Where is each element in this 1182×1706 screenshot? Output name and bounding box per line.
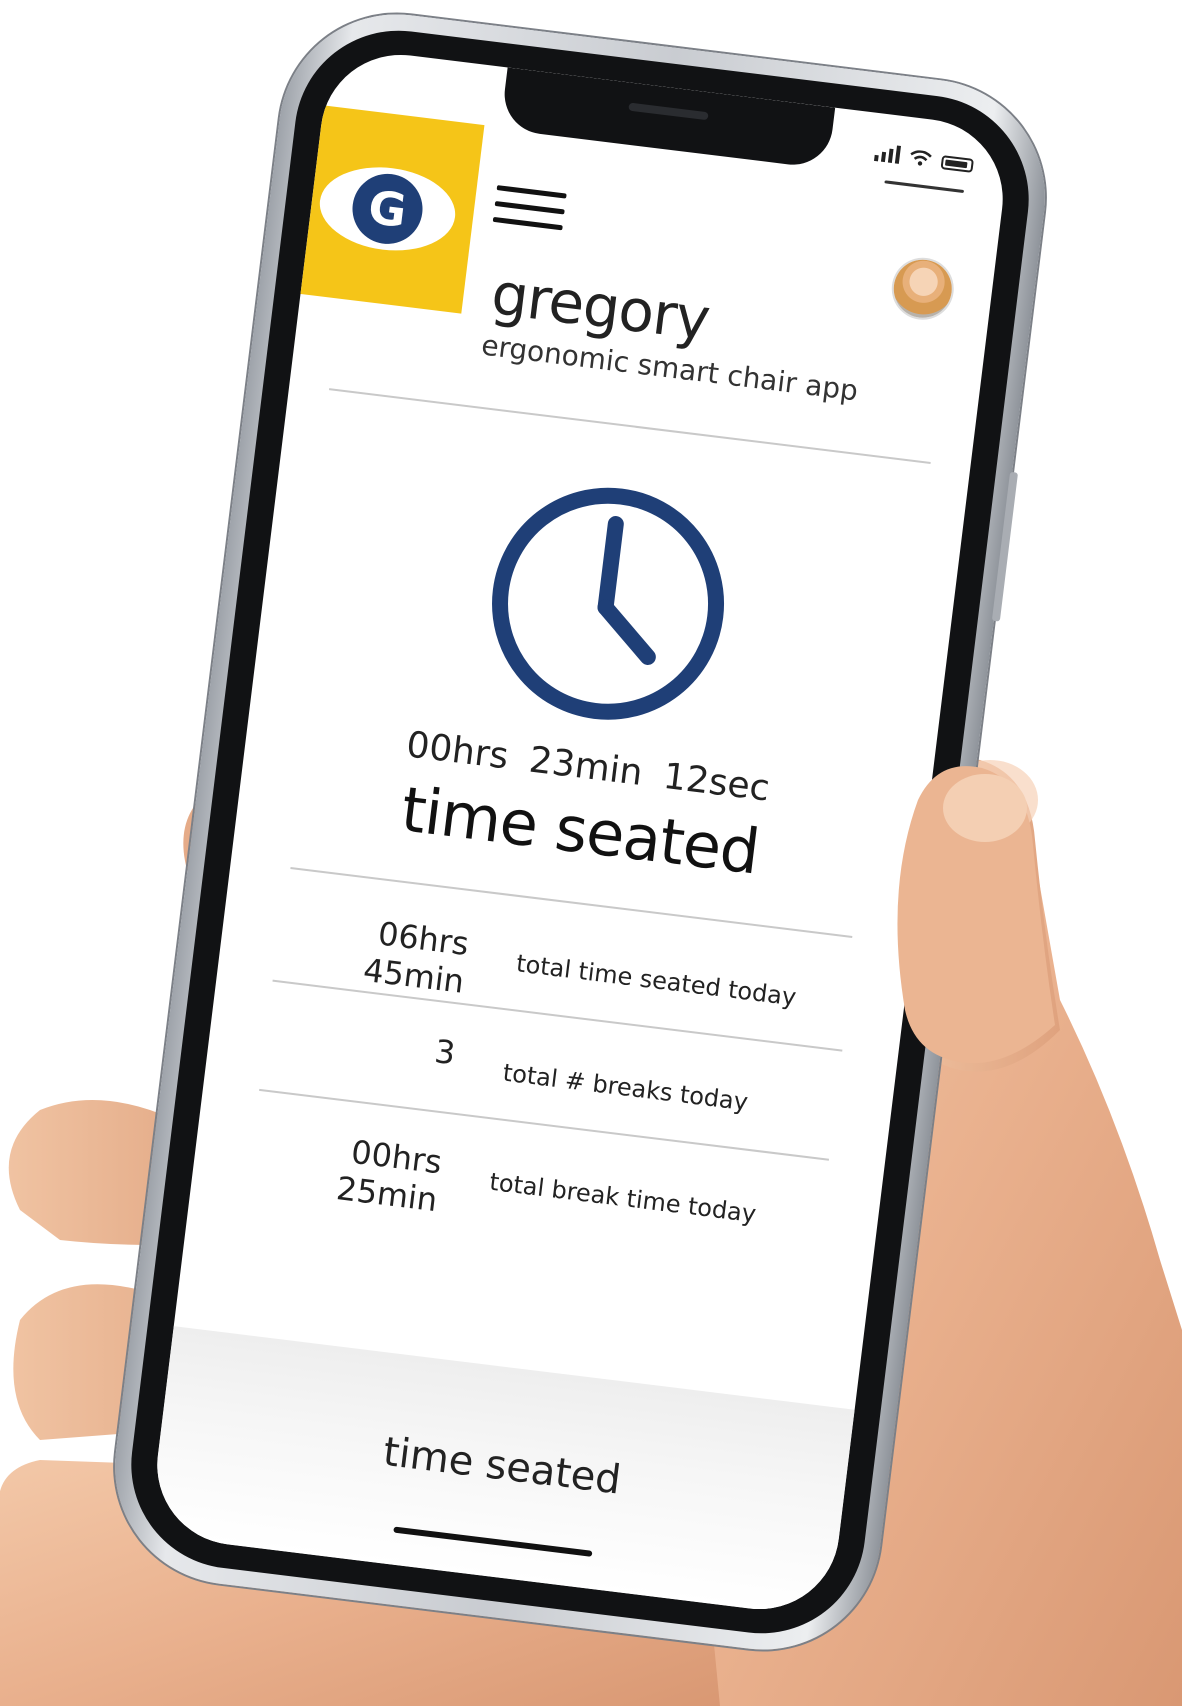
stat-label: total break time today [488, 1167, 758, 1229]
stat-label: total # breaks today [501, 1058, 750, 1117]
stat-value: 3 [432, 1032, 458, 1073]
logo-oval: G [315, 159, 460, 258]
battery-icon [940, 155, 974, 173]
user-avatar[interactable] [890, 256, 956, 322]
wifi-icon [910, 150, 932, 166]
hamburger-menu-icon[interactable] [491, 185, 567, 241]
status-underline [884, 180, 965, 194]
stat-label: total time seated today [514, 949, 798, 1012]
product-photo: G gregory ergonomic smart chair app 00hr… [0, 0, 1182, 1706]
stat-value: 06hrs 45min [361, 914, 471, 1001]
clock-icon [492, 487, 725, 720]
stat-value: 00hrs 25min [334, 1132, 444, 1220]
logo-letter: G [348, 169, 427, 248]
status-bar [873, 143, 974, 173]
brand-logo[interactable]: G [290, 104, 485, 314]
signal-icon [873, 143, 901, 164]
